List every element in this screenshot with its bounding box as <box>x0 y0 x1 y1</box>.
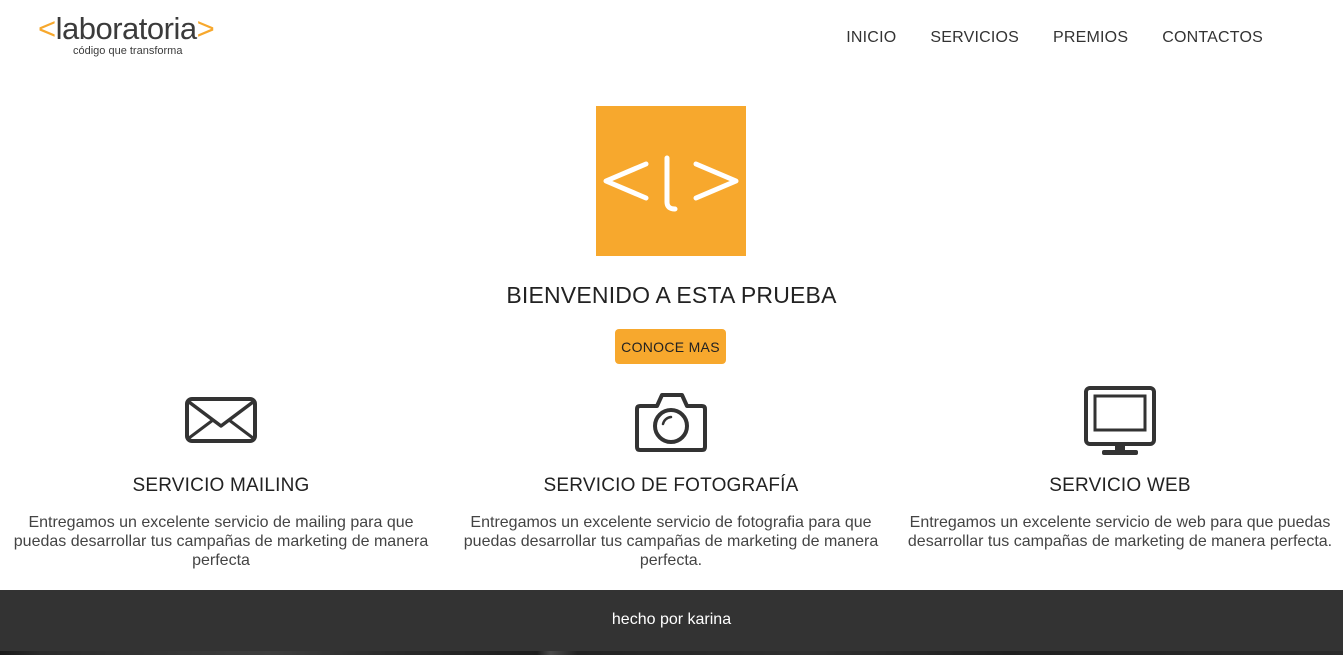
nav-item-premios[interactable]: PREMIOS <box>1053 27 1128 49</box>
service-fotografia: SERVICIO DE FOTOGRAFÍA Entregamos un exc… <box>451 384 891 570</box>
monitor-icon <box>1084 386 1156 455</box>
envelope-icon <box>185 397 257 443</box>
footer-credit: hecho por karina <box>611 611 732 628</box>
nav-item-contactos[interactable]: CONTACTOS <box>1162 27 1263 49</box>
service-web: SERVICIO WEB Entregamos un excelente ser… <box>900 384 1340 551</box>
page: <laboratoria> código que transforma INIC… <box>0 0 1343 655</box>
main-nav: INICIO SERVICIOS PREMIOS CONTACTOS <box>846 27 1263 49</box>
service-title: SERVICIO DE FOTOGRAFÍA <box>543 475 799 496</box>
logo-bracket-open: < <box>38 11 56 46</box>
hero-title: BIENVENIDO A ESTA PRUEBA <box>506 282 837 308</box>
laboratoria-brackets-icon <box>603 155 739 212</box>
footer: hecho por karina <box>0 590 1343 655</box>
logo-word: laboratoria <box>55 11 197 46</box>
nav-item-inicio[interactable]: INICIO <box>846 27 896 49</box>
service-mailing: SERVICIO MAILING Entregamos un excelente… <box>1 384 441 570</box>
nav-item-servicios[interactable]: SERVICIOS <box>930 27 1019 49</box>
camera-icon <box>635 393 707 452</box>
service-description: Entregamos un excelente servicio de foto… <box>463 514 879 569</box>
hero-logo-tile <box>596 106 746 256</box>
logo-bracket-close: > <box>196 11 215 46</box>
service-description: Entregamos un excelente servicio de mail… <box>13 514 429 569</box>
service-title: SERVICIO MAILING <box>132 475 310 496</box>
footer-strip <box>0 651 1343 655</box>
site-logo[interactable]: <laboratoria> código que transforma <box>38 8 238 64</box>
logo-wordmark: <laboratoria> <box>38 10 215 48</box>
conoce-mas-button[interactable]: CONOCE MAS <box>615 329 726 364</box>
service-title: SERVICIO WEB <box>1049 475 1191 496</box>
logo-tagline: código que transforma <box>73 45 183 57</box>
service-description: Entregamos un excelente servicio de web … <box>907 514 1333 550</box>
